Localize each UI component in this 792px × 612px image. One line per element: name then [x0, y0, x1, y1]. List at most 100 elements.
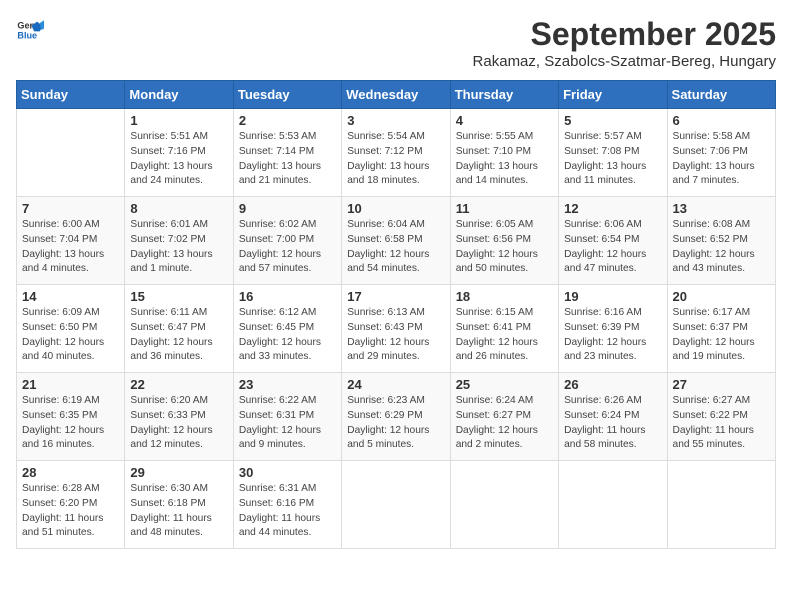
- day-number: 16: [239, 289, 336, 304]
- calendar-cell: [450, 461, 558, 549]
- day-info: Sunrise: 6:17 AMSunset: 6:37 PMDaylight:…: [673, 306, 770, 365]
- calendar-cell: 22 Sunrise: 6:20 AMSunset: 6:33 PMDayligh…: [125, 373, 233, 461]
- day-number: 29: [130, 465, 227, 480]
- day-info: Sunrise: 6:16 AMSunset: 6:39 PMDaylight:…: [564, 306, 661, 365]
- day-info: Sunrise: 6:00 AMSunset: 7:04 PMDaylight:…: [22, 218, 119, 277]
- day-number: 14: [22, 289, 119, 304]
- calendar-cell: 21 Sunrise: 6:19 AMSunset: 6:35 PMDayligh…: [17, 373, 125, 461]
- day-number: 28: [22, 465, 119, 480]
- calendar-cell: 6 Sunrise: 5:58 AMSunset: 7:06 PMDaylight…: [667, 109, 775, 197]
- day-info: Sunrise: 6:15 AMSunset: 6:41 PMDaylight:…: [456, 306, 553, 365]
- day-number: 17: [347, 289, 444, 304]
- day-info: Sunrise: 6:05 AMSunset: 6:56 PMDaylight:…: [456, 218, 553, 277]
- calendar-cell: 27Sunrise: 6:27 AMSunset: 6:22 PMDayligh…: [667, 373, 775, 461]
- week-row-2: 7 Sunrise: 6:00 AMSunset: 7:04 PMDaylight…: [17, 197, 776, 285]
- calendar-cell: 12 Sunrise: 6:06 AMSunset: 6:54 PMDayligh…: [559, 197, 667, 285]
- day-info: Sunrise: 6:09 AMSunset: 6:50 PMDaylight:…: [22, 306, 119, 365]
- day-number: 10: [347, 201, 444, 216]
- column-header-monday: Monday: [125, 81, 233, 109]
- day-number: 3: [347, 113, 444, 128]
- calendar-cell: 24 Sunrise: 6:23 AMSunset: 6:29 PMDayligh…: [342, 373, 450, 461]
- calendar-cell: 17 Sunrise: 6:13 AMSunset: 6:43 PMDayligh…: [342, 285, 450, 373]
- calendar-cell: 5 Sunrise: 5:57 AMSunset: 7:08 PMDaylight…: [559, 109, 667, 197]
- calendar-cell: 19 Sunrise: 6:16 AMSunset: 6:39 PMDayligh…: [559, 285, 667, 373]
- day-info: Sunrise: 6:13 AMSunset: 6:43 PMDaylight:…: [347, 306, 444, 365]
- day-info: Sunrise: 6:22 AMSunset: 6:31 PMDaylight:…: [239, 394, 336, 453]
- day-number: 1: [130, 113, 227, 128]
- column-header-friday: Friday: [559, 81, 667, 109]
- calendar-cell: 4Sunrise: 5:55 AMSunset: 7:10 PMDaylight…: [450, 109, 558, 197]
- day-info: Sunrise: 6:30 AMSunset: 6:18 PMDaylight:…: [130, 482, 227, 541]
- logo-icon: General Blue: [16, 16, 44, 44]
- calendar-cell: 23 Sunrise: 6:22 AMSunset: 6:31 PMDayligh…: [233, 373, 341, 461]
- day-info: Sunrise: 5:57 AMSunset: 7:08 PMDaylight:…: [564, 130, 661, 189]
- day-number: 9: [239, 201, 336, 216]
- page-header: General Blue September 2025 Rakamaz, Sza…: [16, 16, 776, 70]
- day-number: 22: [130, 377, 227, 392]
- day-number: 23: [239, 377, 336, 392]
- day-info: Sunrise: 5:58 AMSunset: 7:06 PMDaylight:…: [673, 130, 770, 189]
- day-info: Sunrise: 5:54 AMSunset: 7:12 PMDaylight:…: [347, 130, 444, 189]
- day-info: Sunrise: 6:26 AMSunset: 6:24 PMDaylight:…: [564, 394, 661, 453]
- calendar-cell: 11Sunrise: 6:05 AMSunset: 6:56 PMDayligh…: [450, 197, 558, 285]
- logo: General Blue: [16, 16, 44, 44]
- week-row-1: 1 Sunrise: 5:51 AMSunset: 7:16 PMDaylight…: [17, 109, 776, 197]
- calendar-cell: [667, 461, 775, 549]
- calendar-cell: 25 Sunrise: 6:24 AMSunset: 6:27 PMDayligh…: [450, 373, 558, 461]
- day-number: 24: [347, 377, 444, 392]
- day-number: 7: [22, 201, 119, 216]
- calendar-cell: [342, 461, 450, 549]
- day-info: Sunrise: 6:20 AMSunset: 6:33 PMDaylight:…: [130, 394, 227, 453]
- day-number: 12: [564, 201, 661, 216]
- calendar-cell: 28Sunrise: 6:28 AMSunset: 6:20 PMDayligh…: [17, 461, 125, 549]
- day-number: 8: [130, 201, 227, 216]
- column-header-sunday: Sunday: [17, 81, 125, 109]
- day-number: 5: [564, 113, 661, 128]
- day-number: 25: [456, 377, 553, 392]
- day-number: 19: [564, 289, 661, 304]
- title-area: September 2025 Rakamaz, Szabolcs-Szatmar…: [473, 16, 776, 70]
- calendar-cell: 7 Sunrise: 6:00 AMSunset: 7:04 PMDaylight…: [17, 197, 125, 285]
- day-info: Sunrise: 6:06 AMSunset: 6:54 PMDaylight:…: [564, 218, 661, 277]
- day-number: 6: [673, 113, 770, 128]
- week-row-5: 28Sunrise: 6:28 AMSunset: 6:20 PMDayligh…: [17, 461, 776, 549]
- day-number: 21: [22, 377, 119, 392]
- calendar-cell: 29 Sunrise: 6:30 AMSunset: 6:18 PMDayligh…: [125, 461, 233, 549]
- calendar-cell: 16Sunrise: 6:12 AMSunset: 6:45 PMDayligh…: [233, 285, 341, 373]
- day-info: Sunrise: 6:11 AMSunset: 6:47 PMDaylight:…: [130, 306, 227, 365]
- calendar-cell: 2Sunrise: 5:53 AMSunset: 7:14 PMDaylight…: [233, 109, 341, 197]
- calendar-cell: 20 Sunrise: 6:17 AMSunset: 6:37 PMDayligh…: [667, 285, 775, 373]
- day-info: Sunrise: 6:19 AMSunset: 6:35 PMDaylight:…: [22, 394, 119, 453]
- calendar-cell: 14 Sunrise: 6:09 AMSunset: 6:50 PMDayligh…: [17, 285, 125, 373]
- day-info: Sunrise: 6:02 AMSunset: 7:00 PMDaylight:…: [239, 218, 336, 277]
- day-number: 13: [673, 201, 770, 216]
- calendar-cell: 18 Sunrise: 6:15 AMSunset: 6:41 PMDayligh…: [450, 285, 558, 373]
- day-info: Sunrise: 6:23 AMSunset: 6:29 PMDaylight:…: [347, 394, 444, 453]
- calendar-cell: [559, 461, 667, 549]
- day-number: 15: [130, 289, 227, 304]
- location-title: Rakamaz, Szabolcs-Szatmar-Bereg, Hungary: [473, 53, 776, 70]
- calendar-cell: [17, 109, 125, 197]
- calendar-table: SundayMondayTuesdayWednesdayThursdayFrid…: [16, 80, 776, 549]
- day-info: Sunrise: 6:24 AMSunset: 6:27 PMDaylight:…: [456, 394, 553, 453]
- column-header-thursday: Thursday: [450, 81, 558, 109]
- svg-text:Blue: Blue: [17, 30, 37, 40]
- calendar-cell: 1 Sunrise: 5:51 AMSunset: 7:16 PMDaylight…: [125, 109, 233, 197]
- day-number: 30: [239, 465, 336, 480]
- day-number: 18: [456, 289, 553, 304]
- column-header-saturday: Saturday: [667, 81, 775, 109]
- day-info: Sunrise: 5:53 AMSunset: 7:14 PMDaylight:…: [239, 130, 336, 189]
- day-info: Sunrise: 5:51 AMSunset: 7:16 PMDaylight:…: [130, 130, 227, 189]
- day-info: Sunrise: 5:55 AMSunset: 7:10 PMDaylight:…: [456, 130, 553, 189]
- calendar-cell: 13 Sunrise: 6:08 AMSunset: 6:52 PMDayligh…: [667, 197, 775, 285]
- day-info: Sunrise: 6:08 AMSunset: 6:52 PMDaylight:…: [673, 218, 770, 277]
- day-number: 20: [673, 289, 770, 304]
- column-header-tuesday: Tuesday: [233, 81, 341, 109]
- calendar-cell: 3 Sunrise: 5:54 AMSunset: 7:12 PMDaylight…: [342, 109, 450, 197]
- calendar-header-row: SundayMondayTuesdayWednesdayThursdayFrid…: [17, 81, 776, 109]
- calendar-cell: 30Sunrise: 6:31 AMSunset: 6:16 PMDayligh…: [233, 461, 341, 549]
- week-row-4: 21 Sunrise: 6:19 AMSunset: 6:35 PMDayligh…: [17, 373, 776, 461]
- day-info: Sunrise: 6:27 AMSunset: 6:22 PMDaylight:…: [673, 394, 770, 453]
- day-info: Sunrise: 6:04 AMSunset: 6:58 PMDaylight:…: [347, 218, 444, 277]
- calendar-cell: 15 Sunrise: 6:11 AMSunset: 6:47 PMDayligh…: [125, 285, 233, 373]
